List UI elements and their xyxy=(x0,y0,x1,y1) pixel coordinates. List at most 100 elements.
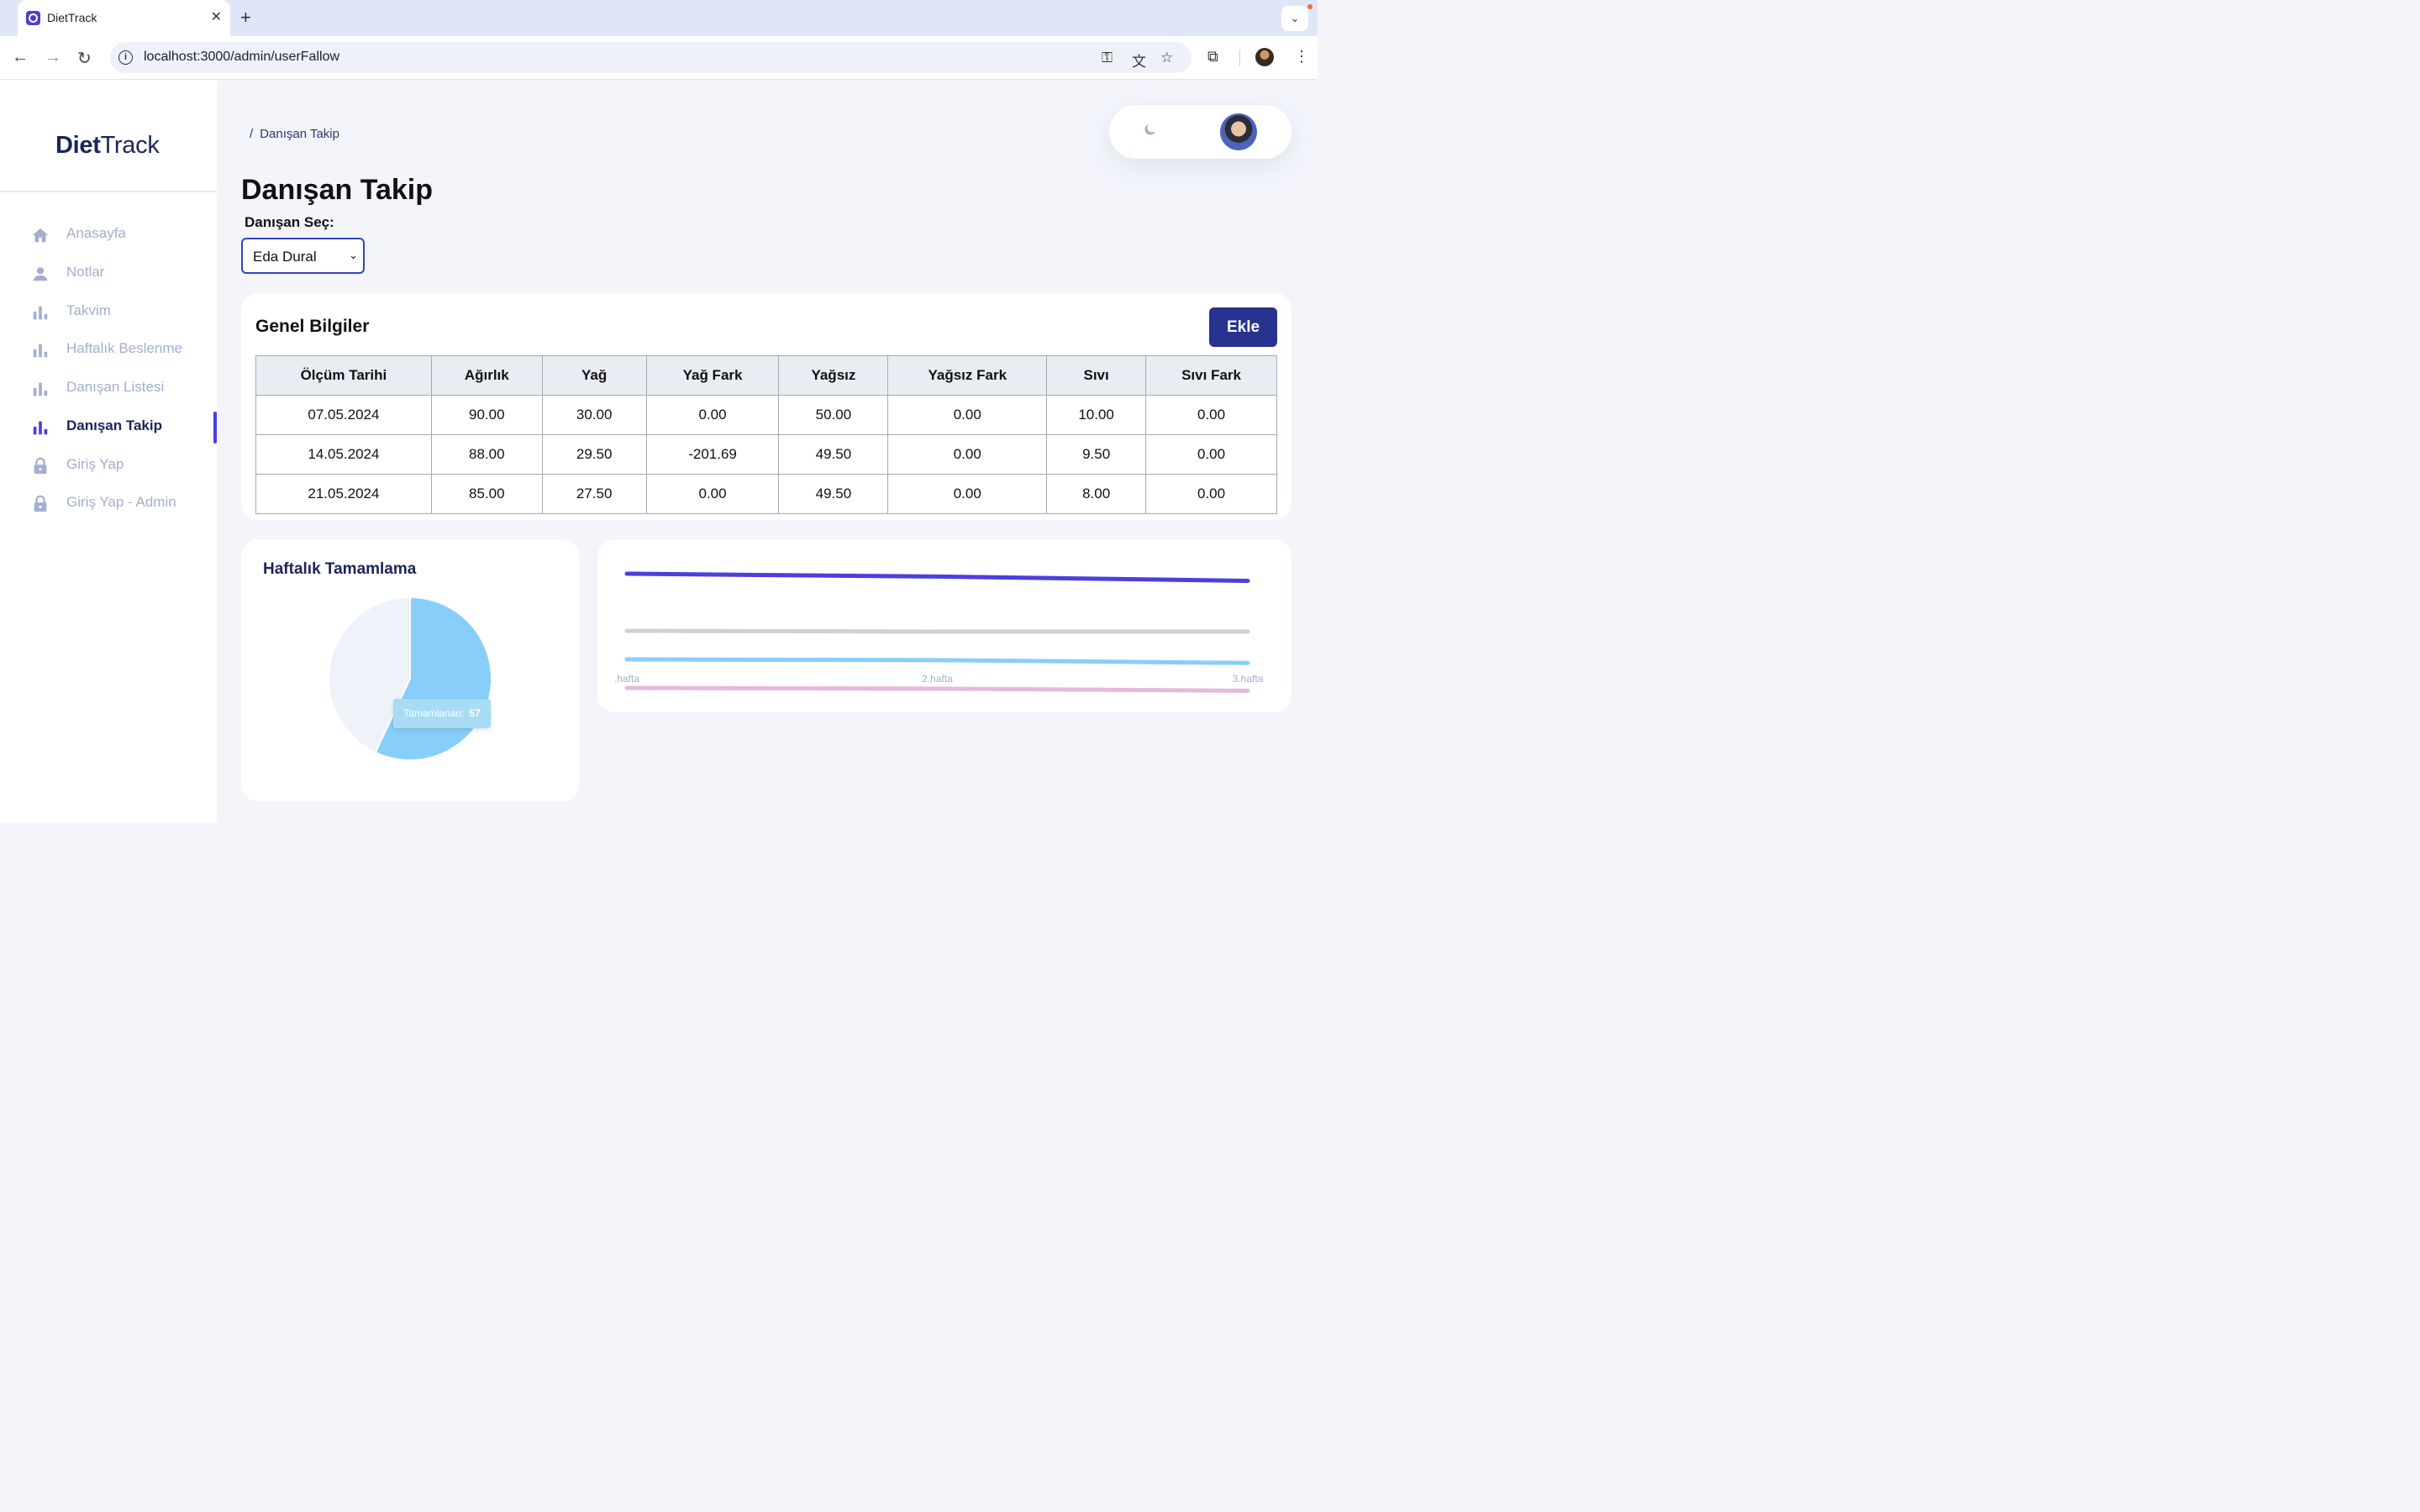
back-arrow-icon[interactable]: ← xyxy=(12,48,29,67)
client-select-label: Danışan Seç: xyxy=(245,214,334,230)
sidebar-item-label: Giriş Yap xyxy=(66,456,124,472)
sidebar-divider xyxy=(0,191,217,192)
sidebar-item-label: Notlar xyxy=(66,264,105,280)
sidebar-item-giris-yap-admin[interactable]: Giriş Yap - Admin xyxy=(31,491,217,517)
table-cell: 14.05.2024 xyxy=(255,434,432,475)
table-cell: 88.00 xyxy=(430,434,543,475)
translate-icon[interactable]: 文 xyxy=(1132,50,1146,71)
new-tab-icon[interactable]: + xyxy=(240,7,251,29)
table-row: 14.05.2024 88.00 29.50 -201.69 49.50 0.0… xyxy=(255,434,1277,475)
sidebar-item-label: Danışan Takip xyxy=(66,417,162,433)
column-header: Ölçüm Tarihi xyxy=(255,355,432,396)
home-icon xyxy=(32,228,49,243)
client-select[interactable]: Eda Dural ⌄ xyxy=(241,238,365,274)
sidebar-item-danisan-takip[interactable]: Danışan Takip xyxy=(31,412,217,444)
general-info-title: Genel Bilgiler xyxy=(255,317,370,336)
weekly-completion-title: Haftalık Tamamlama xyxy=(263,560,417,578)
lock-icon xyxy=(34,457,47,475)
progress-line-chart[interactable]: .hafta 2.hafta 3.hafta xyxy=(597,539,1292,712)
tab-title: DietTrack xyxy=(47,11,97,24)
table-cell: -201.69 xyxy=(645,434,780,475)
column-header: Ağırlık xyxy=(430,355,543,396)
measurements-table: Ölçüm Tarihi Ağırlık Yağ Yağ Fark Yağsız… xyxy=(255,355,1277,514)
browser-tab-bar: DietTrack ✕ + ⌄ xyxy=(0,0,1318,36)
table-cell: 0.00 xyxy=(1145,474,1277,514)
bar-chart-icon xyxy=(33,306,48,320)
column-header: Yağ Fark xyxy=(645,355,780,396)
url-text[interactable]: localhost:3000/admin/userFallow xyxy=(144,50,339,65)
table-cell: 10.00 xyxy=(1046,395,1147,435)
chart-tooltip: Tamamlanan: 57 xyxy=(393,699,491,728)
sidebar-item-danisan-listesi[interactable]: Danışan Listesi xyxy=(31,376,217,402)
table-cell: 0.00 xyxy=(887,434,1048,475)
extensions-icon[interactable]: ⧉ xyxy=(1207,48,1218,66)
x-tick-label: 2.hafta xyxy=(922,673,953,685)
address-bar[interactable]: i localhost:3000/admin/userFallow ⚿ 文 ☆ xyxy=(110,42,1192,73)
general-info-card: Genel Bilgiler Ekle Ölçüm Tarihi Ağırlık… xyxy=(241,293,1292,520)
chevron-down-icon: ⌄ xyxy=(349,249,358,261)
sidebar-item-giris-yap[interactable]: Giriş Yap xyxy=(31,454,217,479)
browser-menu-icon[interactable]: ⋮ xyxy=(1294,48,1309,66)
add-button[interactable]: Ekle xyxy=(1209,307,1277,347)
tab-search-chevron-icon[interactable]: ⌄ xyxy=(1281,6,1308,31)
sidebar: DietTrack Anasayfa Notlar Takvim Haftalı… xyxy=(0,80,217,823)
forward-arrow-icon[interactable]: → xyxy=(45,48,61,67)
table-cell: 50.00 xyxy=(778,395,889,435)
browser-tab[interactable]: DietTrack ✕ xyxy=(18,0,230,36)
header-actions xyxy=(1109,105,1292,159)
lock-icon xyxy=(34,495,47,512)
selected-client: Eda Dural xyxy=(253,249,317,265)
column-header: Sıvı xyxy=(1046,355,1147,396)
table-cell: 85.00 xyxy=(430,474,543,514)
moon-icon[interactable] xyxy=(1143,122,1158,137)
table-row: 07.05.2024 90.00 30.00 0.00 50.00 0.00 1… xyxy=(255,395,1277,435)
star-icon[interactable]: ☆ xyxy=(1160,50,1173,66)
column-header: Yağsız xyxy=(778,355,889,396)
reload-icon[interactable]: ↻ xyxy=(77,48,92,69)
series-line-2[interactable] xyxy=(624,628,1250,634)
column-header: Sıvı Fark xyxy=(1145,355,1277,396)
series-line-4[interactable] xyxy=(624,685,1250,693)
table-cell: 07.05.2024 xyxy=(255,395,432,435)
breadcrumb-current[interactable]: Danışan Takip xyxy=(260,127,339,141)
weekly-completion-card: Haftalık Tamamlama Tamamlanan: 57 xyxy=(241,539,579,801)
x-tick-label: 3.hafta xyxy=(1233,673,1264,685)
sidebar-item-anasayfa[interactable]: Anasayfa xyxy=(31,223,217,248)
table-cell: 9.50 xyxy=(1046,434,1147,475)
bar-chart-icon xyxy=(33,344,48,358)
table-cell: 8.00 xyxy=(1046,474,1147,514)
sidebar-item-haftalik-beslenme[interactable]: Haftalık Beslenme xyxy=(31,338,217,363)
sidebar-item-label: Takvim xyxy=(66,302,111,318)
x-tick-label: .hafta xyxy=(614,673,639,685)
tooltip-label: Tamamlanan: xyxy=(403,707,465,719)
table-cell: 0.00 xyxy=(887,474,1048,514)
table-cell: 0.00 xyxy=(1145,395,1277,435)
progress-line-chart-card: .hafta 2.hafta 3.hafta xyxy=(597,539,1292,712)
key-icon[interactable]: ⚿ xyxy=(1102,50,1113,66)
person-icon xyxy=(33,267,48,281)
sidebar-item-takvim[interactable]: Takvim xyxy=(31,300,217,325)
series-line-1[interactable] xyxy=(624,571,1250,583)
sidebar-item-label: Haftalık Beslenme xyxy=(66,340,182,356)
avatar[interactable] xyxy=(1220,113,1257,150)
tooltip-value: 57 xyxy=(469,707,481,719)
brand-logo[interactable]: DietTrack xyxy=(55,132,160,160)
browser-profile-avatar[interactable] xyxy=(1255,48,1274,66)
table-cell: 27.50 xyxy=(541,474,647,514)
app-favicon-icon xyxy=(26,11,40,25)
sidebar-item-label: Anasayfa xyxy=(66,225,126,241)
bar-chart-icon xyxy=(33,382,48,396)
table-cell: 0.00 xyxy=(645,474,780,514)
sidebar-item-label: Danışan Listesi xyxy=(66,379,165,395)
notification-dot xyxy=(1307,4,1313,9)
close-tab-icon[interactable]: ✕ xyxy=(211,8,222,25)
completion-pie-chart[interactable] xyxy=(328,596,492,761)
active-indicator xyxy=(213,412,217,444)
sidebar-item-notlar[interactable]: Notlar xyxy=(31,261,217,286)
browser-toolbar: ← → ↻ i localhost:3000/admin/userFallow … xyxy=(0,36,1318,80)
series-line-3[interactable] xyxy=(624,657,1250,665)
table-cell: 29.50 xyxy=(541,434,647,475)
toolbar-divider xyxy=(1239,50,1240,66)
site-info-icon[interactable]: i xyxy=(118,50,133,65)
table-cell: 0.00 xyxy=(887,395,1048,435)
